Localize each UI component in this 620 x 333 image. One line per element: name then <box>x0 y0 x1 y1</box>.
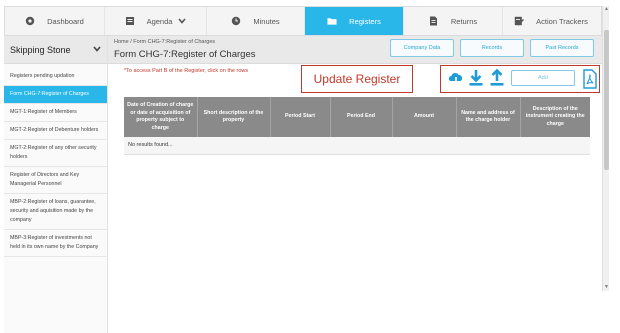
page-title: Form CHG-7:Register of Charges <box>114 49 256 60</box>
nav-action-trackers[interactable]: Action Trackers <box>503 7 599 35</box>
nav-dashboard-label: Dashboard <box>47 16 84 26</box>
vertical-scrollbar[interactable]: ▲ ▼ <box>602 6 609 291</box>
sidebar-item-mgt2-debenture[interactable]: MGT-2:Register of Debenture holders <box>4 122 107 140</box>
nav-registers[interactable]: Registers <box>305 7 404 35</box>
sidebar-item-chg7[interactable]: Form CHG-7:Register of Charges <box>4 86 107 104</box>
nav-returns-label: Returns <box>450 16 478 26</box>
company-selector[interactable]: Skipping Stone <box>4 36 107 64</box>
column-header: Name and address of the charge holder <box>456 97 521 137</box>
nav-minutes[interactable]: Minutes <box>207 7 305 35</box>
edit-checklist-icon <box>514 16 525 26</box>
table-header-row: Date of Creation of charge or date of ac… <box>124 97 590 137</box>
nav-minutes-label: Minutes <box>253 16 280 26</box>
document-icon <box>429 16 439 26</box>
action-toolbar: Add <box>440 65 600 93</box>
instruction-note: *To access Part B of the Register, click… <box>124 68 249 74</box>
sidebar-item-pending[interactable]: Registers pending updation <box>4 68 107 86</box>
update-register-annotation: Update Register <box>301 65 413 93</box>
nav-action-trackers-label: Action Trackers <box>536 16 588 26</box>
past-records-button[interactable]: Past Records <box>530 39 594 57</box>
sidebar-item-directors[interactable]: Register of Directors and Key Managerial… <box>4 167 107 194</box>
column-header: Short description of the property <box>197 97 271 137</box>
company-name: Skipping Stone <box>10 44 71 55</box>
sidebar-item-mbp3[interactable]: MBP-3:Register of investments not held i… <box>4 230 107 257</box>
empty-results-text: No results found... <box>124 137 590 155</box>
charges-table: Date of Creation of charge or date of ac… <box>124 97 590 155</box>
column-header: Description of the instrument creating t… <box>520 97 590 137</box>
clock-icon <box>231 16 241 26</box>
cloud-download-icon[interactable] <box>447 69 463 87</box>
column-header: Period Start <box>270 97 331 137</box>
nav-dashboard[interactable]: Dashboard <box>5 7 105 35</box>
sidebar-item-mbp2[interactable]: MBP-2:Register of loans, guarantee, secu… <box>4 194 107 230</box>
scroll-thumb[interactable] <box>604 30 609 170</box>
add-button[interactable]: Add <box>511 70 575 86</box>
sidebar: Skipping Stone Registers pending updatio… <box>4 36 108 333</box>
page-header: Home / Form CHG-7:Register of Charges Fo… <box>108 36 602 64</box>
column-header: Date of Creation of charge or date of ac… <box>124 97 198 137</box>
agenda-icon <box>125 16 135 26</box>
nav-agenda-label: Agenda <box>146 16 173 26</box>
register-list: Registers pending updation Form CHG-7:Re… <box>4 68 107 257</box>
column-header: Period End <box>330 97 393 137</box>
nav-returns[interactable]: Returns <box>404 7 503 35</box>
nav-agenda[interactable]: Agenda <box>105 7 207 35</box>
folder-icon <box>327 16 337 26</box>
breadcrumb[interactable]: Home / Form CHG-7:Register of Charges <box>114 39 215 45</box>
column-header: Amount <box>392 97 457 137</box>
scroll-down-icon[interactable]: ▼ <box>603 284 610 291</box>
chevron-down-icon <box>93 44 101 55</box>
chevron-down-icon <box>178 16 187 26</box>
table-row: No results found... <box>124 137 590 155</box>
sidebar-item-mgt2-security[interactable]: MGT-2:Register of any other security hol… <box>4 140 107 167</box>
download-icon[interactable] <box>468 69 484 87</box>
upload-icon[interactable] <box>489 68 505 87</box>
sidebar-item-mgt1[interactable]: MGT-1:Register of Members <box>4 104 107 122</box>
company-data-button[interactable]: Company Data <box>390 39 454 57</box>
scroll-up-icon[interactable]: ▲ <box>603 6 610 13</box>
top-navigation: Dashboard Agenda Minutes Registers Retur… <box>4 6 602 36</box>
pdf-icon[interactable] <box>582 69 598 89</box>
nav-registers-label: Registers <box>349 16 381 26</box>
records-button[interactable]: Records <box>460 39 524 57</box>
dashboard-icon <box>25 16 35 26</box>
